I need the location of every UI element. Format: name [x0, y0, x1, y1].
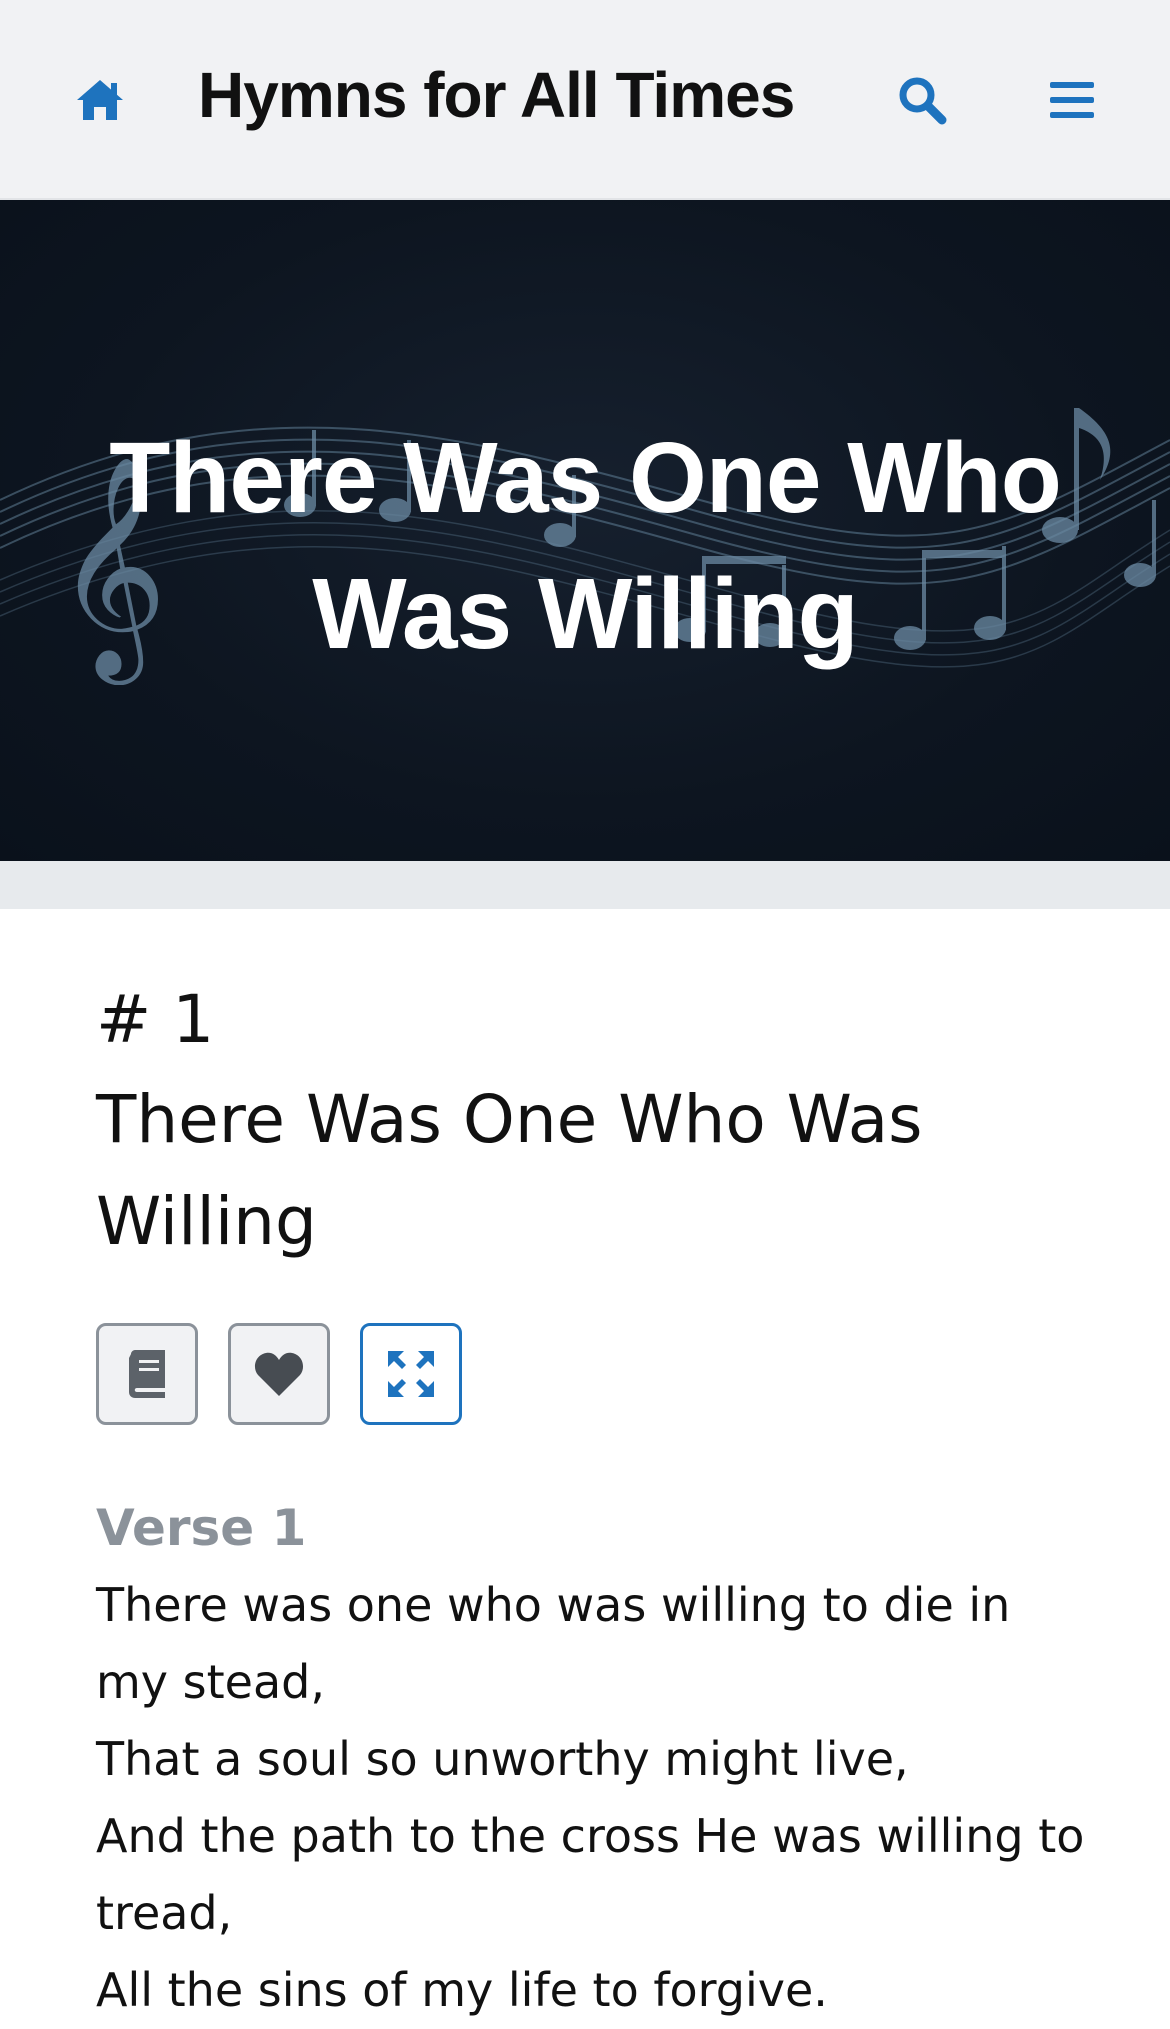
menu-button[interactable]: [1040, 68, 1104, 132]
top-bar: Hymns for All Times: [0, 0, 1170, 200]
book-button[interactable]: [96, 1323, 198, 1425]
fullscreen-button[interactable]: [360, 1323, 462, 1425]
verse-lines: There was one who was willing to die in …: [96, 1567, 1096, 2029]
verse-1: Verse 1 There was one who was willing to…: [96, 1495, 1096, 2029]
hymn-actions: [96, 1323, 1096, 1425]
hero-title: There Was One Who Was Willing: [109, 422, 1062, 670]
favorite-button[interactable]: [228, 1323, 330, 1425]
home-button[interactable]: [70, 70, 130, 130]
home-icon: [77, 80, 123, 120]
search-icon: [899, 77, 947, 125]
expand-icon: [388, 1351, 434, 1397]
verse-line: And the path to the cross He was willing…: [96, 1809, 1085, 1940]
hymn-number: # 1: [96, 981, 215, 1058]
hymn-title: There Was One Who Was Willing: [96, 1081, 923, 1260]
verse-line: That a soul so unworthy might live,: [96, 1732, 909, 1786]
hero-banner: 𝄞 There Was One Who Was Willing: [0, 200, 1170, 861]
hymn-content: # 1 There Was One Who Was Willing Verse …: [96, 975, 1096, 2029]
menu-icon: [1050, 82, 1094, 118]
heart-icon: [254, 1352, 304, 1396]
app-title: Hymns for All Times: [198, 59, 795, 131]
verse-label: Verse 1: [96, 1499, 307, 1557]
verse-line: All the sins of my life to forgive.: [96, 1963, 828, 2017]
book-icon: [129, 1350, 165, 1398]
divider-band: [0, 861, 1170, 909]
verse-line: There was one who was willing to die in …: [96, 1578, 1011, 1709]
search-button[interactable]: [890, 68, 954, 132]
